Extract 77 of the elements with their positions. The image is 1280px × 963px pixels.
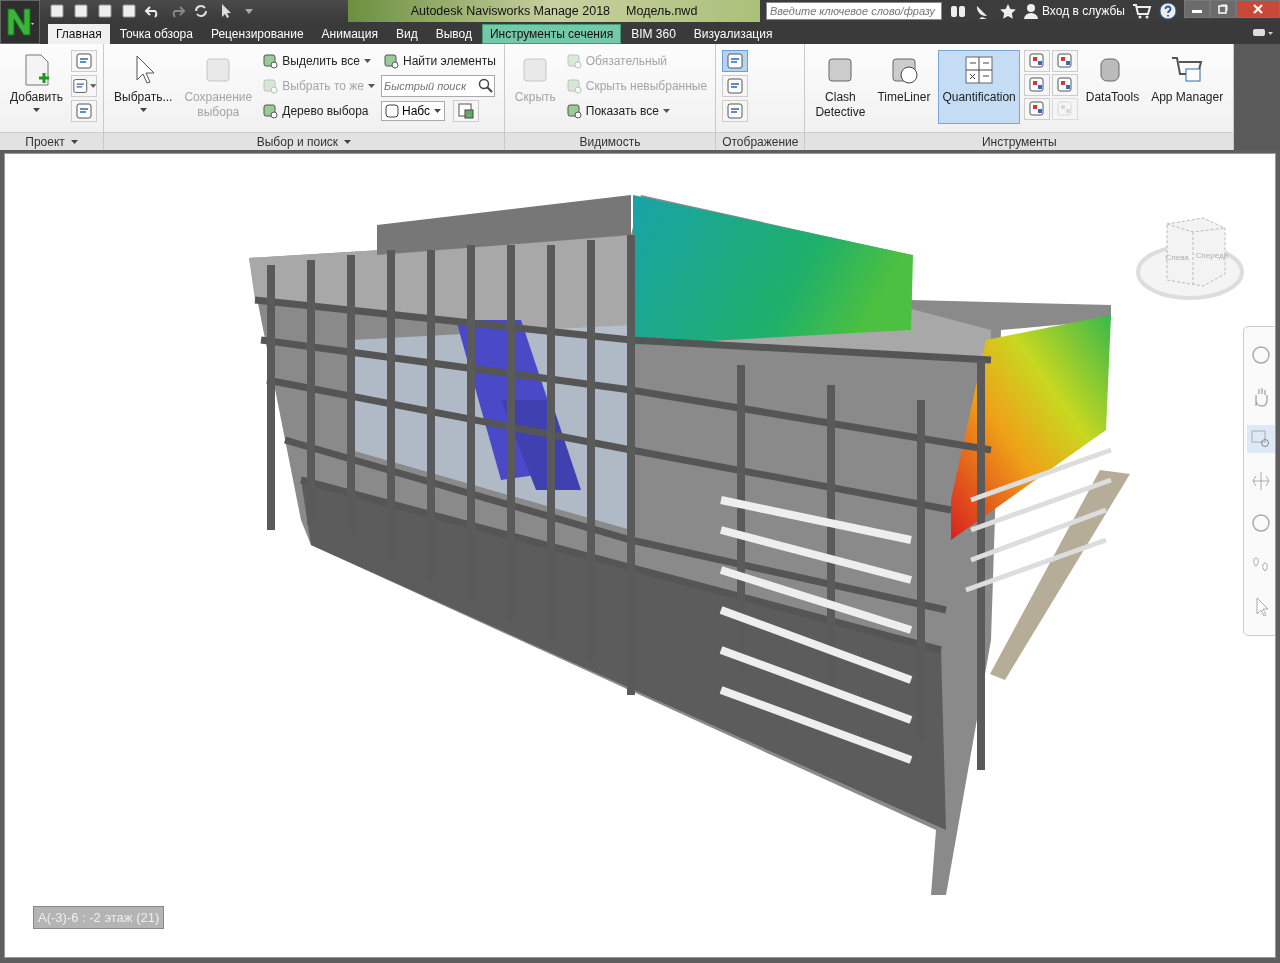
- caret-icon: [344, 139, 352, 144]
- panel-title[interactable]: Отображение: [716, 132, 805, 150]
- panel-title[interactable]: Инструменты: [805, 132, 1234, 150]
- caret-icon: [363, 59, 371, 63]
- caret-icon: [368, 84, 375, 88]
- application-menu-button[interactable]: [0, 0, 40, 44]
- caret-icon: [663, 109, 671, 113]
- binoculars-icon[interactable]: [949, 3, 967, 19]
- zoom-window-icon: [1250, 428, 1272, 450]
- tool-icon: [1027, 100, 1046, 118]
- n-logo-icon: [5, 5, 35, 39]
- ribbon-tab[interactable]: Визуализация: [685, 24, 781, 44]
- caret-icon: [139, 108, 147, 112]
- icon-button[interactable]: [71, 50, 98, 72]
- caret-icon: [70, 139, 78, 144]
- close-icon: [1253, 4, 1263, 14]
- search-field[interactable]: Введите ключевое слово/фразу: [766, 2, 942, 20]
- cart-icon[interactable]: [1132, 3, 1152, 19]
- ribbon-tab[interactable]: Инструменты сечения: [481, 24, 622, 44]
- icon-button[interactable]: [1051, 50, 1078, 72]
- ribbon-tab[interactable]: Вид: [387, 24, 426, 44]
- tool-icon: [1027, 76, 1046, 94]
- caret-icon: [434, 109, 441, 113]
- sets-dropdown[interactable]: Набс: [381, 101, 445, 121]
- ribbon-tab[interactable]: Вывод: [427, 24, 480, 44]
- maximize-button[interactable]: [1210, 0, 1236, 18]
- ribbon-tab[interactable]: Анимация: [313, 24, 386, 44]
- icon-button[interactable]: [722, 50, 749, 72]
- ribbon-tab[interactable]: BIM 360: [623, 24, 684, 44]
- ribbon-tab[interactable]: Рецензирование: [202, 24, 312, 44]
- panel-title[interactable]: Проект: [0, 132, 104, 150]
- ribbon-button[interactable]: Добавить: [6, 50, 68, 124]
- ribbon-button[interactable]: Дерево выбора: [260, 100, 377, 122]
- user-icon: [1024, 3, 1038, 19]
- tool-icon: [1055, 52, 1074, 70]
- icon-button[interactable]: [1023, 98, 1050, 120]
- ribbon-tab[interactable]: Главная: [48, 24, 110, 44]
- tool-icon: [1055, 76, 1074, 94]
- panel-title[interactable]: Выбор и поиск: [104, 132, 504, 150]
- icon-button[interactable]: [71, 75, 98, 97]
- icon-button[interactable]: [1023, 74, 1050, 96]
- help-icon[interactable]: [1159, 2, 1177, 20]
- ribbon-button[interactable]: Quantification: [938, 50, 1020, 124]
- ribbon-button[interactable]: Clash Detective: [811, 50, 870, 124]
- sign-in-button[interactable]: Вход в службы: [1024, 3, 1125, 19]
- search-icon: [478, 78, 494, 94]
- ribbon-button[interactable]: DataTools: [1081, 50, 1144, 124]
- ribbon-button[interactable]: Выделить все: [260, 50, 377, 72]
- window-title: Autodesk Navisworks Manage 2018: [410, 4, 611, 18]
- icon-button[interactable]: [722, 100, 749, 122]
- tool-icon: [1055, 100, 1074, 118]
- ribbon-button[interactable]: TimeLiner: [873, 50, 935, 124]
- ribbon-display-icon[interactable]: [1252, 27, 1274, 39]
- sets-icon: [385, 104, 399, 118]
- manage-sets-icon: [457, 102, 475, 120]
- close-button[interactable]: [1236, 0, 1280, 18]
- icon-button[interactable]: [722, 75, 749, 97]
- ribbon-button[interactable]: Найти элементы: [381, 50, 498, 72]
- ribbon-button[interactable]: Выбрать...: [110, 50, 177, 124]
- panel-title[interactable]: Видимость: [504, 132, 716, 150]
- caret-icon: [89, 84, 97, 88]
- icon-button[interactable]: [453, 100, 479, 122]
- star-icon[interactable]: [999, 3, 1017, 19]
- minimize-button[interactable]: [1184, 0, 1210, 18]
- icon-button[interactable]: [71, 100, 98, 122]
- ribbon-tab[interactable]: Точка обзора: [111, 24, 201, 44]
- ribbon-button[interactable]: Показать все: [563, 100, 710, 122]
- icon-button[interactable]: [1051, 74, 1078, 96]
- restore-icon: [1218, 4, 1228, 14]
- file-name: Модель.nwd: [626, 4, 698, 18]
- ribbon-button[interactable]: App Manager: [1147, 50, 1228, 124]
- caret-icon: [33, 108, 40, 112]
- icon-button[interactable]: [1023, 50, 1050, 72]
- tool-icon: [1027, 52, 1046, 70]
- status-label: А(-3)-6 : -2 этаж (21): [33, 906, 165, 929]
- orbit-icon: [1250, 470, 1272, 492]
- quick-search-field[interactable]: Быстрый поиск: [381, 75, 495, 97]
